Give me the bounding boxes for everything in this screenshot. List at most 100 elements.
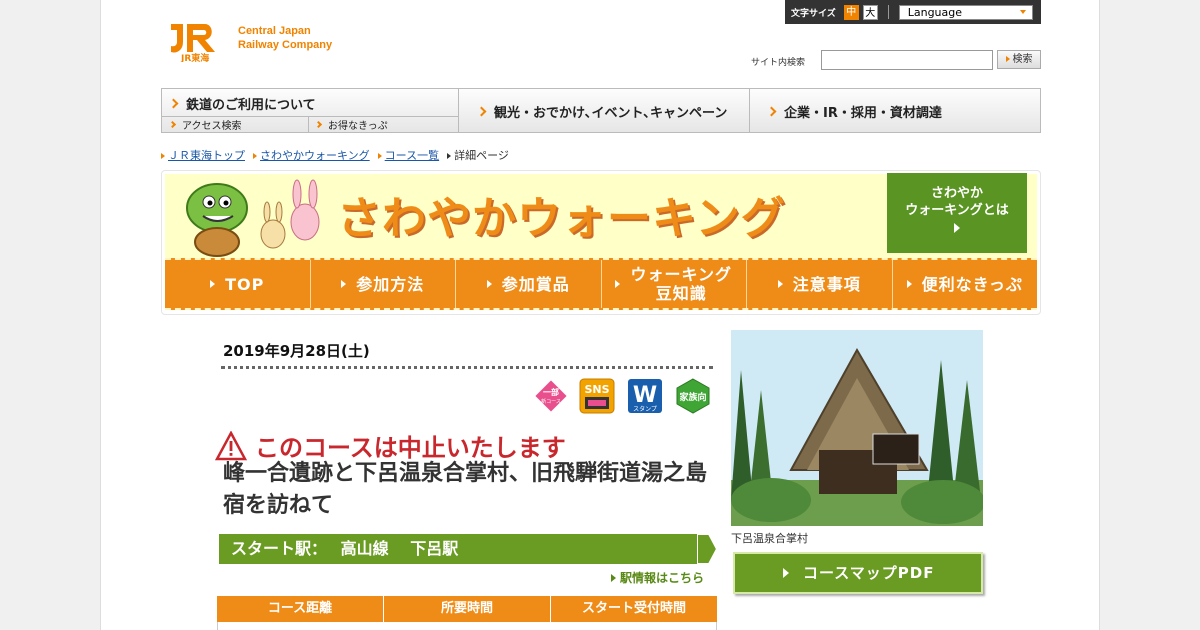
menu-item-knowledge[interactable]: ウォーキング 豆知識	[602, 260, 747, 308]
table-header-distance: コース距離	[217, 596, 384, 622]
nav-sub-tickets-label: お得なきっぷ	[328, 121, 388, 132]
event-date: 2019年9月28日(土)	[223, 342, 370, 360]
arrow-right-icon	[783, 568, 789, 578]
breadcrumb: ＪＲ東海トップ さわやかウォーキング コース一覧 詳細ページ	[161, 147, 509, 163]
nav-item-railway-label: 鉄道のご利用について	[186, 97, 316, 113]
nav-sub-tickets[interactable]: お得なきっぷ	[314, 117, 456, 132]
course-info-table-body	[217, 622, 717, 630]
breadcrumb-link-top[interactable]: ＪＲ東海トップ	[168, 149, 245, 162]
language-label: Language	[907, 5, 963, 19]
start-label: スタート駅：	[231, 539, 328, 558]
about-walking-button[interactable]: さわやか ウォーキングとは	[887, 173, 1027, 253]
arrow-right-icon	[954, 223, 960, 233]
search-input[interactable]	[821, 50, 993, 70]
table-header-time: 所要時間	[384, 596, 551, 622]
station-info-link-label: 駅情報はこちら	[620, 571, 705, 585]
breadcrumb-item[interactable]: コース一覧	[377, 147, 439, 163]
arrow-right-icon	[906, 280, 912, 288]
arrow-right-icon	[447, 153, 452, 159]
menu-item-tickets-label: 便利なきっぷ	[921, 274, 1023, 294]
nav-item-railway[interactable]: 鉄道のご利用について	[168, 93, 455, 113]
menu-item-knowledge-label: ウォーキング 豆知識	[630, 265, 732, 303]
sns-badge-icon: SNS	[579, 378, 615, 414]
chevron-right-icon	[168, 120, 177, 129]
menu-item-join-label: 参加方法	[356, 274, 425, 294]
divider	[221, 366, 713, 369]
menu-item-notes[interactable]: 注意事項	[747, 260, 893, 308]
menu-item-tickets[interactable]: 便利なきっぷ	[893, 260, 1038, 308]
start-line: 高山線	[340, 539, 389, 558]
menu-item-top[interactable]: TOP	[165, 260, 311, 308]
photo-caption: 下呂温泉合掌村	[731, 532, 808, 545]
company-line2: Railway Company	[238, 39, 333, 51]
chevron-right-icon	[476, 106, 487, 116]
menu-item-join[interactable]: 参加方法	[311, 260, 456, 308]
font-size-mid-button[interactable]: 中	[843, 4, 859, 20]
search-button-label: 検索	[1012, 54, 1033, 65]
mascot-characters-icon	[186, 179, 320, 257]
nav-item-corporate-label: 企業・IR・採用・資材調達	[784, 105, 942, 121]
language-select[interactable]: Language	[898, 4, 1033, 20]
nav-item-tourism-label: 観光・おでかけ､イベント､キャンペーン	[494, 105, 728, 121]
nav-sub-access-label: アクセス検索	[182, 121, 242, 132]
company-line1: Central Japan	[238, 25, 311, 37]
arrow-right-icon	[377, 153, 382, 159]
company-name: Central Japan Railway Company	[238, 24, 332, 52]
divider	[308, 117, 309, 132]
search-button[interactable]: 検索	[997, 50, 1041, 69]
partial-new-course-icon: 一部 新コース	[535, 380, 567, 412]
arrow-right-icon	[210, 280, 216, 288]
breadcrumb-item[interactable]: ＪＲ東海トップ	[161, 147, 245, 163]
nav-item-corporate[interactable]: 企業・IR・採用・資材調達	[766, 101, 1028, 121]
gassho-village-photo	[731, 330, 983, 526]
badge-w-label: スタンプ	[633, 405, 657, 413]
course-map-pdf-label: コースマップPDF	[803, 564, 935, 582]
breadcrumb-current-label: 詳細ページ	[454, 149, 509, 162]
font-size-big-button[interactable]: 大	[862, 4, 878, 20]
chevron-right-icon	[314, 120, 323, 129]
course-title: 峰一合遺跡と下呂温泉合掌村、旧飛騨街道湯之島宿を訪ねて	[223, 461, 708, 518]
breadcrumb-item[interactable]: さわやかウォーキング	[253, 147, 370, 163]
about-walking-line2: ウォーキングとは	[905, 203, 1009, 218]
arrow-right-icon	[611, 574, 616, 582]
chevron-right-icon	[766, 106, 777, 116]
utility-bar: 文字サイズ 中 大 Language	[785, 0, 1041, 24]
arrow-right-icon	[777, 280, 783, 288]
badge-family-label: 家族向	[679, 391, 706, 403]
font-size-label: 文字サイズ	[791, 8, 836, 19]
table-header-reception: スタート受付時間	[551, 596, 717, 622]
arrow-right-icon	[161, 153, 165, 159]
nav-item-tourism[interactable]: 観光・おでかけ､イベント､キャンペーン	[476, 101, 748, 121]
global-nav: 鉄道のご利用について アクセス検索 お得なきっぷ 観光・おでかけ､イベント､キャ…	[161, 88, 1041, 133]
jr-logo[interactable]: JR東海	[167, 18, 229, 64]
arrow-right-icon	[341, 280, 347, 288]
menu-item-prize-label: 参加賞品	[501, 274, 570, 294]
w-stamp-icon: W スタンプ	[628, 379, 662, 413]
jr-logo-icon: JR東海	[171, 24, 215, 64]
ribbon-tail-icon	[697, 533, 719, 565]
breadcrumb-current: 詳細ページ	[447, 147, 509, 163]
arrow-right-icon	[486, 280, 492, 288]
start-station-bar: スタート駅： 高山線 下呂駅	[219, 534, 709, 564]
walking-menu: TOP 参加方法 参加賞品 ウォーキング 豆知識 注意事項 便利なきっぷ	[165, 258, 1037, 310]
station-info-link[interactable]: 駅情報はこちら	[611, 569, 704, 586]
badge-partial-line2: 新コース	[541, 398, 561, 405]
breadcrumb-link-walking[interactable]: さわやかウォーキング	[260, 149, 370, 162]
badge-w-letter: W	[633, 383, 657, 408]
breadcrumb-link-course-list[interactable]: コース一覧	[385, 149, 439, 162]
chevron-down-icon	[1019, 9, 1026, 14]
page: JR東海 Central Japan Railway Company 文字サイズ…	[100, 0, 1100, 630]
course-map-pdf-button[interactable]: コースマップPDF	[733, 552, 983, 594]
menu-item-notes-label: 注意事項	[792, 274, 861, 294]
menu-item-knowledge-line2: 豆知識	[655, 284, 707, 303]
menu-item-top-label: TOP	[225, 274, 265, 294]
badge-partial-line1: 一部	[543, 387, 559, 397]
search-label: サイト内検索	[751, 58, 806, 68]
arrow-right-icon	[615, 280, 621, 288]
start-station: 下呂駅	[410, 539, 459, 558]
divider	[749, 89, 750, 132]
menu-item-prize[interactable]: 参加賞品	[456, 260, 602, 308]
logo-text: JR東海	[180, 52, 209, 62]
badge-sns-label: SNS	[584, 383, 609, 396]
nav-sub-access[interactable]: アクセス検索	[168, 117, 310, 132]
